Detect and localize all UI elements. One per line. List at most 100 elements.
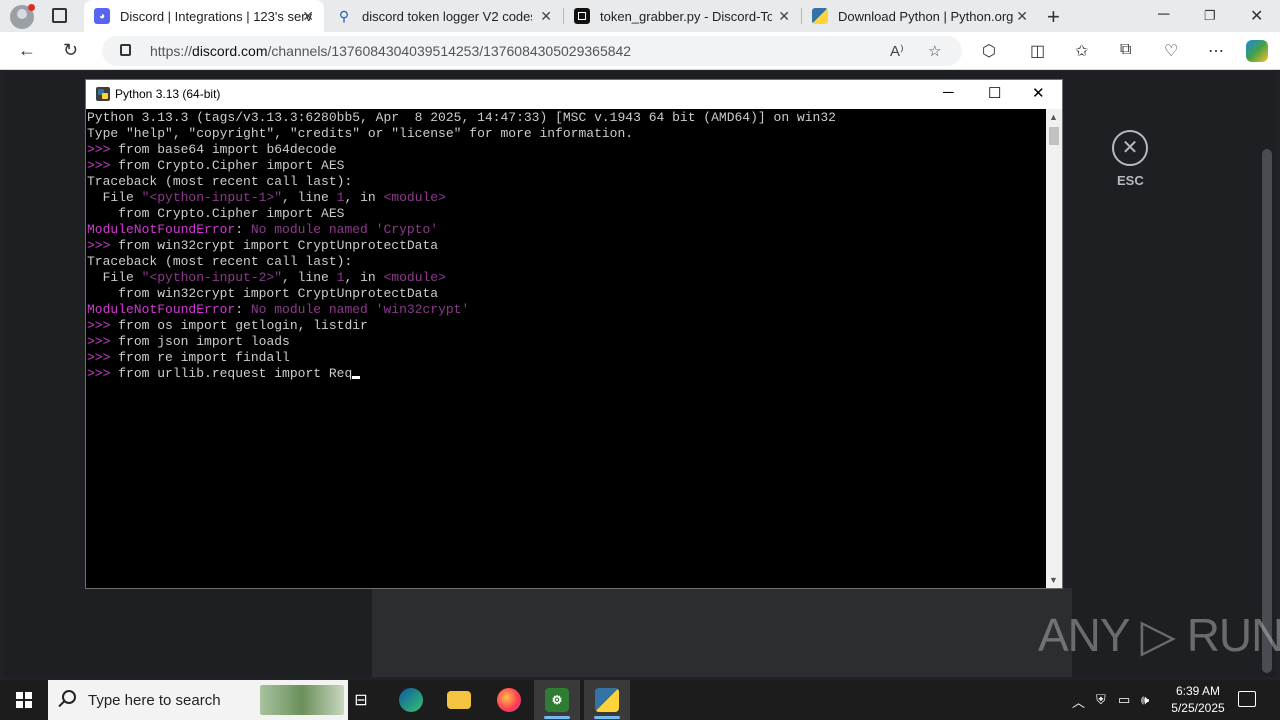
- restore-icon[interactable]: ❐: [1204, 8, 1216, 24]
- console-line: >>> from os import getlogin, listdir: [87, 318, 1046, 334]
- window-title-bar[interactable]: Python 3.13 (64-bit) ─ ☐ ✕: [86, 80, 1062, 109]
- close-settings-button[interactable]: ✕: [1112, 130, 1148, 166]
- close-tab-icon[interactable]: ✕: [1016, 8, 1028, 25]
- refresh-icon[interactable]: ↻: [63, 40, 78, 61]
- tab-search[interactable]: ⚲ discord token logger V2 codesan ✕: [326, 0, 562, 32]
- windows-start-icon[interactable]: [16, 692, 32, 708]
- security-icon[interactable]: ⛨: [1096, 692, 1106, 708]
- show-hidden-icons-chevron-icon[interactable]: ︿: [1072, 692, 1085, 711]
- discord-icon: ◕: [94, 8, 110, 24]
- tab-title: discord token logger V2 codesan: [362, 8, 532, 24]
- active-indicator: [544, 716, 570, 719]
- url-text[interactable]: https://discord.com/channels/13760843040…: [150, 43, 631, 59]
- page-scrollbar[interactable]: [1262, 149, 1272, 673]
- minimize-icon[interactable]: ─: [1158, 6, 1169, 24]
- python-setup-icon: ⚙: [545, 688, 569, 712]
- clock-time: 6:39 AM: [1175, 684, 1221, 698]
- console-prompt: >>>: [87, 238, 119, 253]
- console-text: from os import getlogin, listdir: [118, 318, 368, 333]
- close-tab-icon[interactable]: ✕: [540, 8, 552, 25]
- taskbar-clock[interactable]: 6:39 AM 5/25/2025: [1166, 683, 1230, 717]
- console-text: from json import loads: [118, 334, 290, 349]
- github-icon: [574, 8, 590, 24]
- tab-github[interactable]: token_grabber.py - Discord-Toke ✕: [564, 0, 800, 32]
- python-console-taskbar-button[interactable]: [584, 680, 630, 720]
- console-text: ModuleNotFoundError: [87, 222, 236, 237]
- collections-icon[interactable]: ⧉: [1120, 41, 1131, 59]
- tab-title: token_grabber.py - Discord-Toke: [600, 8, 772, 24]
- maximize-icon[interactable]: ☐: [988, 84, 1001, 102]
- active-indicator: [594, 716, 620, 719]
- tab-discord[interactable]: ◕ Discord | Integrations | 123's serv ✕: [84, 0, 324, 32]
- close-tab-icon[interactable]: ✕: [778, 8, 790, 25]
- network-icon[interactable]: ▭: [1118, 692, 1130, 708]
- scroll-up-icon[interactable]: ▲: [1049, 112, 1058, 122]
- task-view-button[interactable]: ⊟: [338, 680, 384, 720]
- console-text: Traceback (most recent call last):: [87, 174, 353, 189]
- console-output[interactable]: Python 3.13.3 (tags/v3.13.3:6280bb5, Apr…: [86, 109, 1046, 588]
- task-view-icon: ⊟: [354, 692, 368, 709]
- windows-taskbar: Type here to search ⊟ ⚙ ︿ ⛨ ▭ 🕪 6:39 AM …: [0, 680, 1280, 720]
- console-line: Traceback (most recent call last):: [87, 174, 1046, 190]
- console-text: from win32crypt import CryptUnprotectDat…: [118, 238, 439, 253]
- console-line: ModuleNotFoundError: No module named 'wi…: [87, 302, 1046, 318]
- scroll-down-icon[interactable]: ▼: [1049, 575, 1058, 585]
- console-text: No module named 'Crypto': [250, 222, 439, 237]
- extensions-icon[interactable]: ⬡: [982, 41, 996, 61]
- favorite-star-icon[interactable]: ☆: [928, 42, 941, 60]
- console-text: File: [87, 270, 142, 285]
- minimize-icon[interactable]: ─: [943, 84, 954, 101]
- file-explorer-button[interactable]: [436, 680, 482, 720]
- notification-dot: [28, 4, 35, 11]
- console-line: >>> from Crypto.Cipher import AES: [87, 158, 1046, 174]
- close-tab-icon[interactable]: ✕: [302, 8, 314, 25]
- console-text: from urllib.request import Req: [118, 366, 353, 381]
- python-icon: [95, 86, 111, 102]
- console-line: from Crypto.Cipher import AES: [87, 206, 1046, 222]
- favorites-icon[interactable]: ✩: [1075, 41, 1088, 61]
- firefox-taskbar-button[interactable]: [486, 680, 532, 720]
- console-text: :: [235, 222, 251, 237]
- console-text: "<python-input-2>": [141, 270, 283, 285]
- more-options-icon[interactable]: ⋯: [1208, 41, 1224, 61]
- console-prompt: >>>: [87, 158, 119, 173]
- close-window-icon[interactable]: ✕: [1250, 6, 1263, 26]
- console-text: :: [235, 302, 251, 317]
- taskbar-search-box[interactable]: Type here to search: [48, 680, 348, 720]
- tab-python[interactable]: Download Python | Python.org ✕: [802, 0, 1038, 32]
- console-scrollbar[interactable]: ▲ ▼: [1046, 109, 1062, 588]
- anyrun-watermark: ANY ▷ RUN: [1038, 609, 1280, 661]
- python-console-window[interactable]: Python 3.13 (64-bit) ─ ☐ ✕ Python 3.13.3…: [85, 79, 1063, 589]
- python-idle-taskbar-button[interactable]: ⚙: [534, 680, 580, 720]
- read-aloud-icon[interactable]: A⁾: [890, 42, 904, 60]
- back-icon[interactable]: ←: [18, 40, 36, 61]
- browser-essentials-icon[interactable]: ♡: [1164, 41, 1178, 61]
- notifications-icon[interactable]: [1238, 691, 1256, 707]
- window-title: Python 3.13 (64-bit): [115, 87, 221, 101]
- console-text: Traceback (most recent call last):: [87, 254, 353, 269]
- settings-content-panel: [372, 588, 1072, 677]
- tab-actions-icon[interactable]: [52, 8, 67, 23]
- copilot-icon[interactable]: [1246, 40, 1268, 62]
- console-line: Type "help", "copyright", "credits" or "…: [87, 126, 1046, 142]
- split-screen-icon[interactable]: ◫: [1030, 41, 1045, 61]
- close-window-icon[interactable]: ✕: [1032, 84, 1045, 102]
- edge-taskbar-button[interactable]: [388, 680, 434, 720]
- console-prompt: >>>: [87, 318, 119, 333]
- address-bar[interactable]: https://discord.com/channels/13760843040…: [102, 36, 962, 66]
- console-prompt: >>>: [87, 334, 119, 349]
- console-text: from win32crypt import CryptUnprotectDat…: [87, 286, 439, 301]
- console-text: from Crypto.Cipher import AES: [87, 206, 345, 221]
- url-prefix: https://: [150, 43, 193, 59]
- new-tab-button[interactable]: +: [1047, 4, 1060, 30]
- console-prompt: >>>: [87, 142, 119, 157]
- console-line: from win32crypt import CryptUnprotectDat…: [87, 286, 1046, 302]
- volume-icon[interactable]: 🕪: [1141, 692, 1149, 708]
- console-line: ModuleNotFoundError: No module named 'Cr…: [87, 222, 1046, 238]
- console-line: Traceback (most recent call last):: [87, 254, 1046, 270]
- lock-icon: [120, 44, 131, 56]
- console-text: , in: [344, 270, 384, 285]
- firefox-icon: [497, 688, 521, 712]
- close-icon: ✕: [1121, 137, 1139, 159]
- scrollbar-thumb[interactable]: [1049, 127, 1059, 145]
